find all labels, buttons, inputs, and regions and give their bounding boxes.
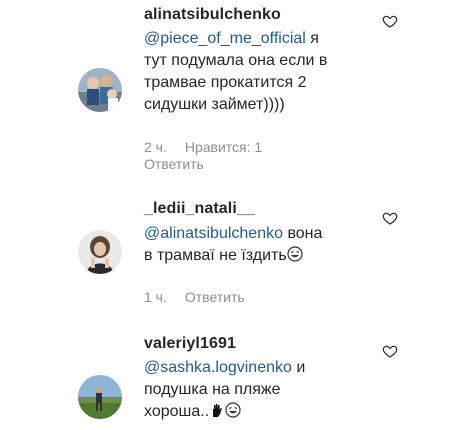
heart-outline-icon[interactable]	[382, 343, 398, 359]
avatar-photo-icon	[78, 68, 122, 112]
heart-outline-icon[interactable]	[382, 13, 398, 29]
comment-username[interactable]: _ledii_natali__	[144, 200, 255, 218]
avatar[interactable]	[78, 375, 122, 419]
grinning-face-emoji-icon	[225, 402, 241, 418]
comment-text-line: трамвае прокатится 2	[144, 74, 307, 91]
comment-username[interactable]: valeriyl1691	[144, 335, 236, 353]
comment-username[interactable]: alinatsibulchenko	[144, 6, 281, 24]
comment-text-line: сидушки займет))))	[144, 96, 285, 113]
reply-button[interactable]: Ответить	[144, 156, 204, 172]
comment-time: 1 ч.	[144, 289, 167, 305]
mention-link[interactable]: @alinatsibulchenko	[144, 225, 283, 242]
comment-text-line: тут подумала она если в	[144, 52, 328, 69]
grinning-face-emoji-icon	[287, 246, 303, 262]
comment-text-line: хороша..	[144, 403, 210, 420]
comment-text-line: в трамваї не їздить	[144, 247, 287, 264]
comment-meta: 1 ч. Ответить	[144, 289, 245, 305]
comment-text-segment: и	[291, 359, 306, 376]
avatar-photo-icon	[78, 230, 122, 274]
comment-text: @alinatsibulchenko вона в трамваї не їзд…	[144, 223, 370, 267]
comment-text-segment: я	[305, 30, 319, 47]
mention-link[interactable]: @sashka.logvinenko	[144, 359, 292, 376]
comment-meta: 2 ч. Нравится: 1	[144, 139, 262, 155]
avatar-photo-icon	[78, 375, 122, 419]
comment-time: 2 ч.	[144, 139, 167, 155]
comment-text-segment: вона	[283, 225, 323, 242]
comment-text: @sashka.logvinenko и подушка на пляже хо…	[144, 357, 370, 423]
mention-link[interactable]: @piece_of_me_official	[144, 30, 306, 47]
avatar[interactable]	[78, 230, 122, 274]
comment-likes-count[interactable]: Нравится: 1	[185, 139, 262, 155]
reply-button[interactable]: Ответить	[185, 289, 245, 305]
raised-hand-emoji-icon	[213, 404, 223, 417]
avatar[interactable]	[78, 68, 122, 112]
heart-outline-icon[interactable]	[382, 210, 398, 226]
comment-text-line: подушка на пляже	[144, 381, 281, 398]
comment-text: @piece_of_me_official я тут подумала она…	[144, 28, 370, 116]
